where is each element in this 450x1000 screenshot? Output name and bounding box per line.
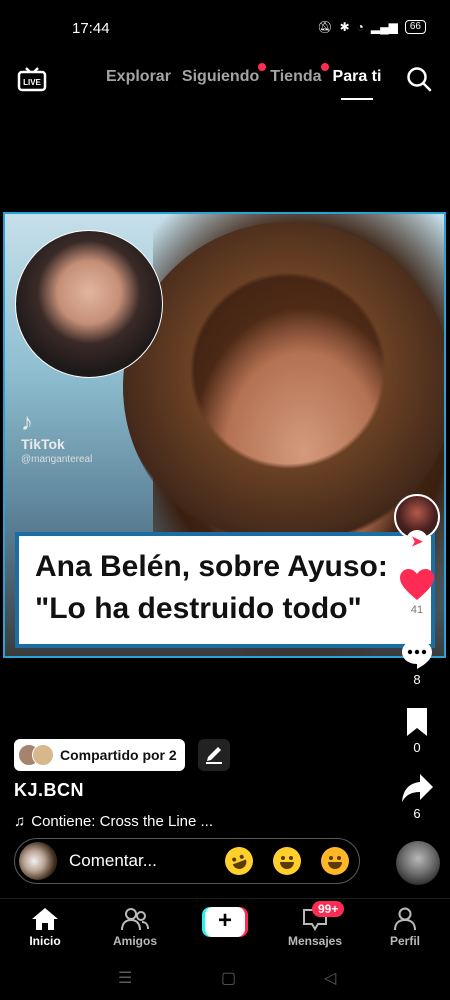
video-caption-line: Ana Belén, sobre Ayuso:: [35, 550, 388, 583]
comment-input[interactable]: Comentar...: [69, 851, 205, 871]
nav-label: Mensajes: [287, 934, 343, 948]
create-button[interactable]: +: [202, 907, 248, 937]
bluetooth-icon: ✱: [339, 20, 350, 34]
heart-eyes-emoji-icon[interactable]: [321, 847, 349, 875]
avatar: [19, 842, 57, 880]
share-arrow-icon: [402, 774, 433, 802]
comment-icon: [402, 640, 432, 669]
home-icon: [32, 908, 58, 930]
back-icon[interactable]: ◁: [324, 968, 336, 988]
save-count: 0: [413, 740, 421, 755]
shared-by-pill[interactable]: Compartido por 2: [14, 739, 185, 771]
search-icon[interactable]: [406, 66, 432, 92]
home-square-icon[interactable]: ▢: [221, 968, 236, 988]
status-icons: 🔕︎ ✱ ◔ ▂▄▆ 66: [317, 20, 426, 34]
signal-icon: ▂▄▆: [370, 20, 398, 34]
friends-icon: [121, 908, 149, 931]
heart-icon: [400, 569, 434, 600]
shared-label: Compartido por 2: [60, 747, 177, 763]
nav-label: Inicio: [29, 934, 61, 948]
menu-icon[interactable]: ☰: [118, 968, 132, 988]
share-count: 6: [413, 806, 421, 821]
nav-label: Perfil: [389, 934, 420, 948]
bookmark-icon: [407, 708, 427, 736]
post-username[interactable]: KJ.BCN: [14, 780, 84, 801]
like-button[interactable]: 41: [392, 568, 442, 616]
tab-siguiendo[interactable]: Siguiendo: [182, 63, 267, 86]
status-time: 17:44: [72, 20, 110, 37]
comment-button[interactable]: 8: [392, 638, 442, 687]
video-caption-box: Ana Belén, sobre Ayuso: "Lo ha destruido…: [15, 532, 435, 648]
inset-portrait: [15, 230, 163, 378]
music-info[interactable]: ♫ Contiene: Cross the Line ...: [14, 813, 213, 830]
system-nav: ☰ ▢ ◁: [0, 958, 450, 1000]
feed-tabs: Explorar Siguiendo Tienda Para ti: [106, 63, 381, 100]
comment-count: 8: [413, 672, 421, 687]
music-note-icon: ♫: [14, 813, 26, 830]
nav-inicio[interactable]: Inicio: [5, 907, 85, 948]
tiktok-watermark: ♪ TikTok @mangantereal: [21, 409, 93, 466]
edit-button[interactable]: [198, 739, 230, 771]
watermark-brand: TikTok: [21, 436, 65, 452]
svg-text:LIVE: LIVE: [23, 78, 41, 87]
mute-icon: 🔕︎: [317, 20, 333, 34]
video-player[interactable]: ♪ TikTok @mangantereal Ana Belén, sobre …: [3, 212, 446, 658]
wifi-icon: ◔: [356, 20, 364, 34]
tab-para-ti[interactable]: Para ti: [333, 68, 381, 100]
tiktok-logo-icon: ♪: [21, 409, 33, 436]
watermark-handle: @mangantereal: [21, 454, 93, 465]
like-count: 41: [410, 604, 424, 616]
nav-amigos[interactable]: Amigos: [95, 907, 175, 948]
creator-profile-avatar[interactable]: [396, 841, 440, 885]
messages-badge: 99+: [312, 901, 345, 917]
tab-tienda[interactable]: Tienda: [270, 63, 329, 86]
live-icon[interactable]: LIVE: [16, 64, 48, 96]
plus-icon: +: [205, 907, 245, 937]
battery-icon: 66: [404, 20, 426, 34]
comment-bar[interactable]: Comentar...: [14, 838, 360, 884]
grinning-emoji-icon[interactable]: [273, 847, 301, 875]
video-caption-line: "Lo ha destruido todo": [35, 592, 362, 625]
pencil-icon: [206, 747, 222, 764]
bottom-nav: Inicio Amigos + Mensajes 99+ Perfil: [0, 898, 450, 958]
save-button[interactable]: 0: [392, 706, 442, 755]
tab-explorar[interactable]: Explorar: [106, 68, 171, 86]
status-bar: 17:44 🔕︎ ✱ ◔ ▂▄▆ 66: [0, 0, 450, 56]
notification-dot: [258, 63, 267, 71]
nav-perfil[interactable]: Perfil: [365, 907, 445, 948]
shared-avatars: [18, 744, 54, 766]
top-nav: LIVE Explorar Siguiendo Tienda Para ti: [0, 60, 450, 104]
notification-dot: [320, 63, 329, 71]
profile-icon: [394, 907, 416, 931]
follow-icon[interactable]: ➤: [406, 530, 428, 552]
share-button[interactable]: 6: [392, 772, 442, 821]
nav-label: Amigos: [112, 934, 157, 948]
avatar: [32, 744, 54, 766]
music-title: Contiene: Cross the Line ...: [31, 813, 214, 830]
laughing-emoji-icon[interactable]: [221, 843, 257, 879]
